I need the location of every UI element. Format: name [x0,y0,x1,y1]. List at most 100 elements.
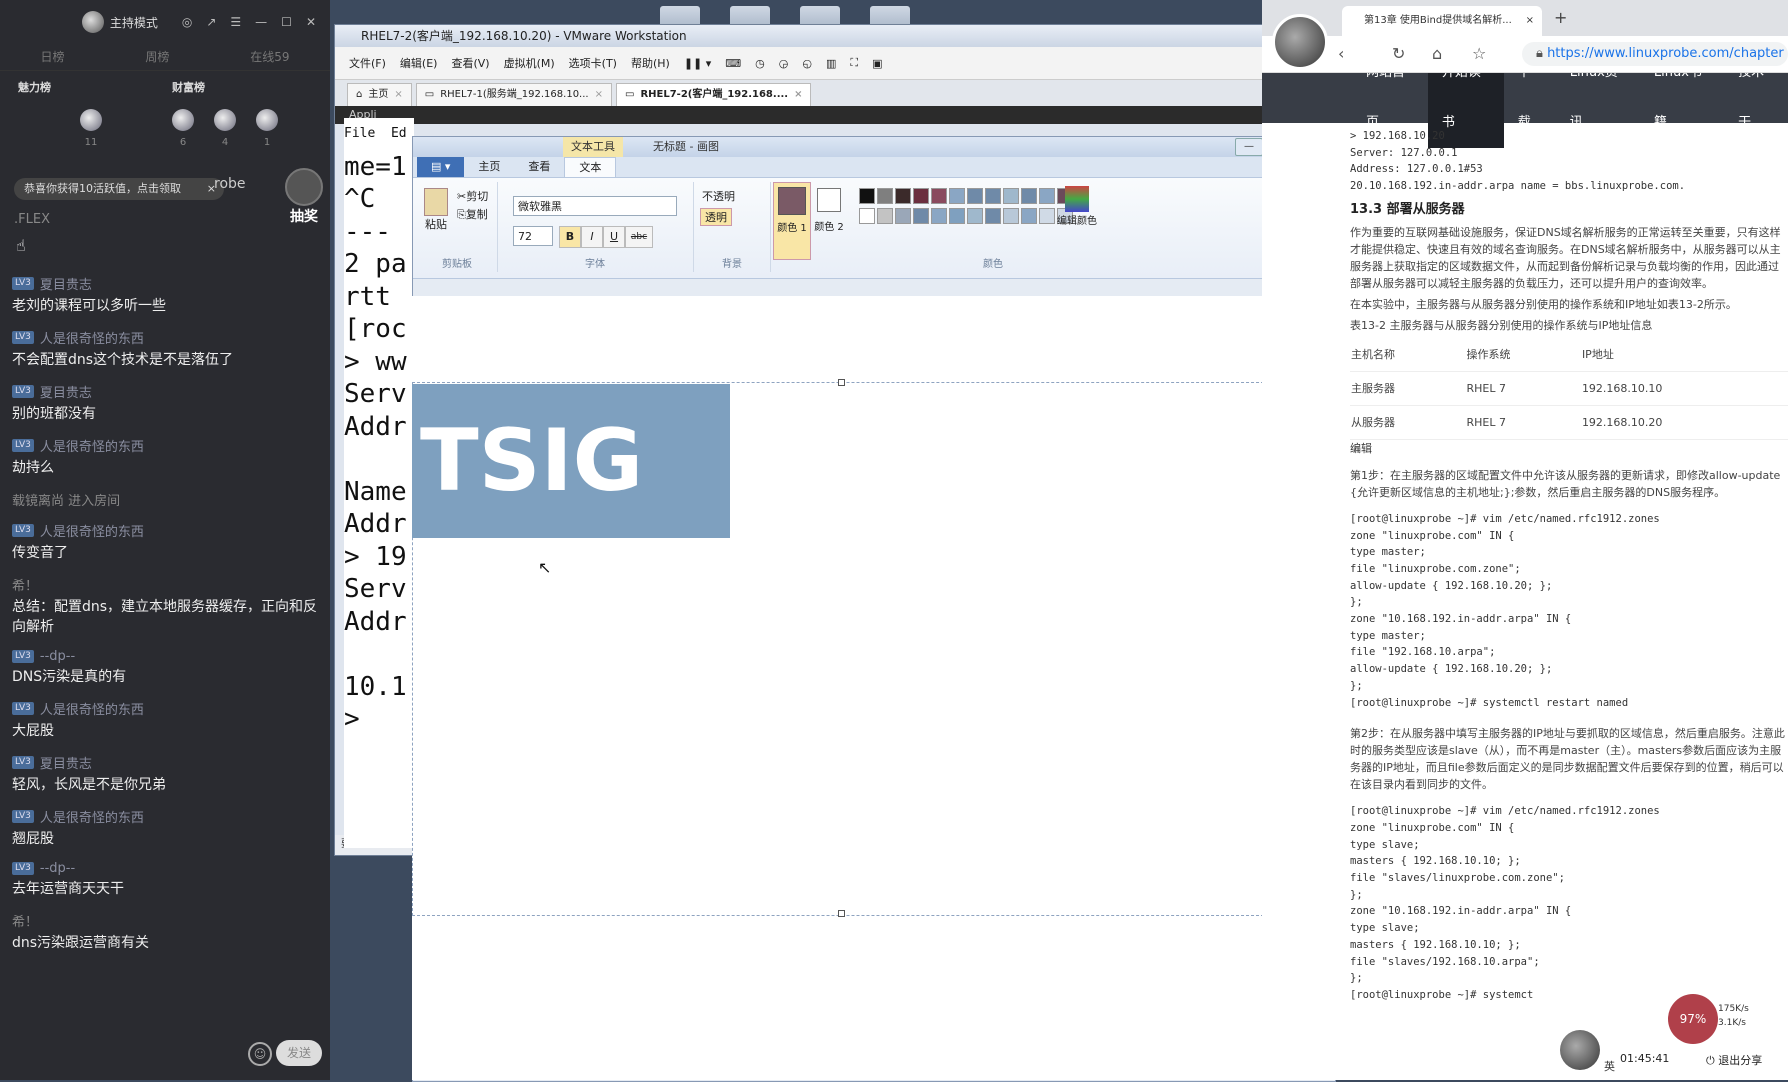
menu-edit[interactable]: 编辑(E) [400,55,438,71]
chat-user[interactable]: 载镜离尚 进入房间 [12,490,322,509]
minimize-button[interactable]: — [1235,138,1263,156]
tab-close-icon[interactable]: × [394,84,402,106]
tab-home[interactable]: 主页 [464,157,514,177]
tab-view[interactable]: 查看 [514,157,564,177]
menu-help[interactable]: 帮助(H) [631,55,670,71]
chat-user[interactable]: LV3 夏目贵志 [12,753,322,772]
rank-avatar[interactable]: 1 [256,109,278,148]
chat-user[interactable]: LV3 --dp-- [12,649,322,664]
chat-user[interactable]: LV3 人是很奇怪的东西 [12,521,322,540]
home-icon[interactable]: ⌂ [1432,44,1442,63]
tab-vm-client[interactable]: ▭ RHEL7-2(客户端_192.168.... × [615,83,812,106]
color-swatch[interactable] [985,188,1001,204]
color1-button[interactable]: 颜色 1 [773,182,811,260]
edit-colors-button[interactable]: 编辑颜色 [1053,186,1101,227]
lottery-button[interactable]: 抽奖 [284,168,324,226]
tab-text[interactable]: 文本 [564,157,617,177]
stop-share-button[interactable]: ⏻ 退出分享 [1706,1052,1762,1068]
rank-avatar[interactable]: 11 [80,109,102,148]
tab-vm-server[interactable]: ▭ RHEL7-1(服务端_192.168.10... × [415,83,612,106]
chat-user[interactable]: LV3 人是很奇怪的东西 [12,436,322,455]
popout-icon[interactable]: ↗ [206,15,216,29]
tab-online[interactable]: 在线59 [250,44,289,70]
tab-daily[interactable]: 日榜 [40,44,64,70]
menu-view[interactable]: 查看(V) [451,55,489,71]
host-mode[interactable]: 主持模式 [81,11,158,33]
menu-tabs[interactable]: 选项卡(T) [569,55,617,71]
resize-handle[interactable] [838,910,845,917]
color-swatch[interactable] [1021,188,1037,204]
color2-button[interactable]: 颜色 2 [811,182,847,258]
color-swatch[interactable] [859,208,875,224]
minimize-icon[interactable]: — [255,15,267,29]
chat-user[interactable]: LV3 --dp-- [12,861,322,876]
lang-indicator[interactable]: 英 [1604,1058,1615,1074]
chat-user[interactable]: 希！ [12,911,322,930]
menu-vm[interactable]: 虚拟机(M) [504,55,555,71]
resize-handle[interactable] [838,379,845,386]
new-tab-icon[interactable]: + [1554,8,1567,27]
rank-avatar[interactable]: 6 [172,109,194,148]
chat-user[interactable]: LV3 人是很奇怪的东西 [12,699,322,718]
chat-user[interactable]: 希！ [12,575,322,594]
color-swatch[interactable] [931,208,947,224]
chat-user[interactable]: LV3 人是很奇怪的东西 [12,328,322,347]
manage-snapshot-icon[interactable]: ◵ [802,57,812,70]
color-swatch[interactable] [913,208,929,224]
chat-user[interactable]: LV3 夏目贵志 [12,274,322,293]
color-swatch[interactable] [931,188,947,204]
color-swatch[interactable] [967,208,983,224]
browser-tab[interactable]: 第13章 使用Bind提供域名解析... × [1342,6,1542,36]
rank-avatar[interactable]: 4 [214,109,236,148]
color-swatch[interactable] [913,188,929,204]
color-swatch[interactable] [967,188,983,204]
color-swatch[interactable] [949,208,965,224]
menu-icon[interactable]: ☰ [230,15,241,29]
snapshot-icon[interactable]: ◷ [755,57,765,70]
color-swatch[interactable] [859,188,875,204]
color-swatch[interactable] [895,208,911,224]
color-swatch[interactable] [1003,208,1019,224]
opaque-option[interactable]: 不透明 [702,188,735,204]
settings-icon[interactable]: ◎ [182,15,192,29]
strikethrough-button[interactable]: abc [625,226,653,248]
color-swatch[interactable] [1003,188,1019,204]
tab-close-icon[interactable]: × [794,84,802,106]
font-family-select[interactable]: 微软雅黑 [513,196,677,216]
menu-file[interactable]: 文件(F) [349,55,386,71]
font-size-select[interactable]: 72 [513,226,553,246]
reload-icon[interactable]: ↻ [1392,44,1405,63]
performance-badge[interactable]: 97% [1668,994,1718,1044]
italic-button[interactable]: I [581,226,603,248]
underline-button[interactable]: U [603,226,625,248]
paint-menu-button[interactable]: ▤ ▾ [417,157,465,177]
tab-close-icon[interactable]: × [595,84,603,106]
color-swatch[interactable] [877,188,893,204]
color-swatch[interactable] [1021,208,1037,224]
bookmark-icon[interactable]: ☆ [1472,44,1486,63]
view-console-icon[interactable]: ▥ [826,57,836,70]
pause-icon[interactable]: ❚❚ ▾ [684,57,711,70]
canvas-text[interactable]: TSIG [412,384,730,538]
chat-user[interactable]: LV3 夏目贵志 [12,382,322,401]
edit-link[interactable]: 编辑 [1350,440,1788,457]
send-button[interactable]: 发送 [276,1040,322,1066]
revert-icon[interactable]: ◶ [779,57,789,70]
color-swatch[interactable] [985,208,1001,224]
tab-close-icon[interactable]: × [1526,6,1534,36]
bold-button[interactable]: B [559,226,581,248]
color-swatch[interactable] [877,208,893,224]
emoji-icon[interactable]: ☺ [248,1042,272,1066]
terminal-icon[interactable]: ▣ [872,57,882,70]
address-bar[interactable]: 🔒︎ https://www.linuxprobe.com/chapter [1522,42,1788,66]
chat-user[interactable]: LV3 人是很奇怪的东西 [12,807,322,826]
color-swatch[interactable] [949,188,965,204]
guest-terminal[interactable]: File Ed me=1 ^C --- 2 pa rtt [roc > ww Serv Addr N… [344,118,414,848]
tab-home[interactable]: ⌂ 主页 × [347,83,412,106]
send-keys-icon[interactable]: ⌨ [725,57,741,70]
transparent-option[interactable]: 透明 [700,208,732,226]
fullscreen-icon[interactable]: ⛶ [850,56,858,70]
close-icon[interactable]: ✕ [306,15,316,29]
reward-toast[interactable]: 恭喜你获得10活跃值，点击领取 × [14,178,224,200]
back-icon[interactable]: ‹ [1338,44,1344,63]
